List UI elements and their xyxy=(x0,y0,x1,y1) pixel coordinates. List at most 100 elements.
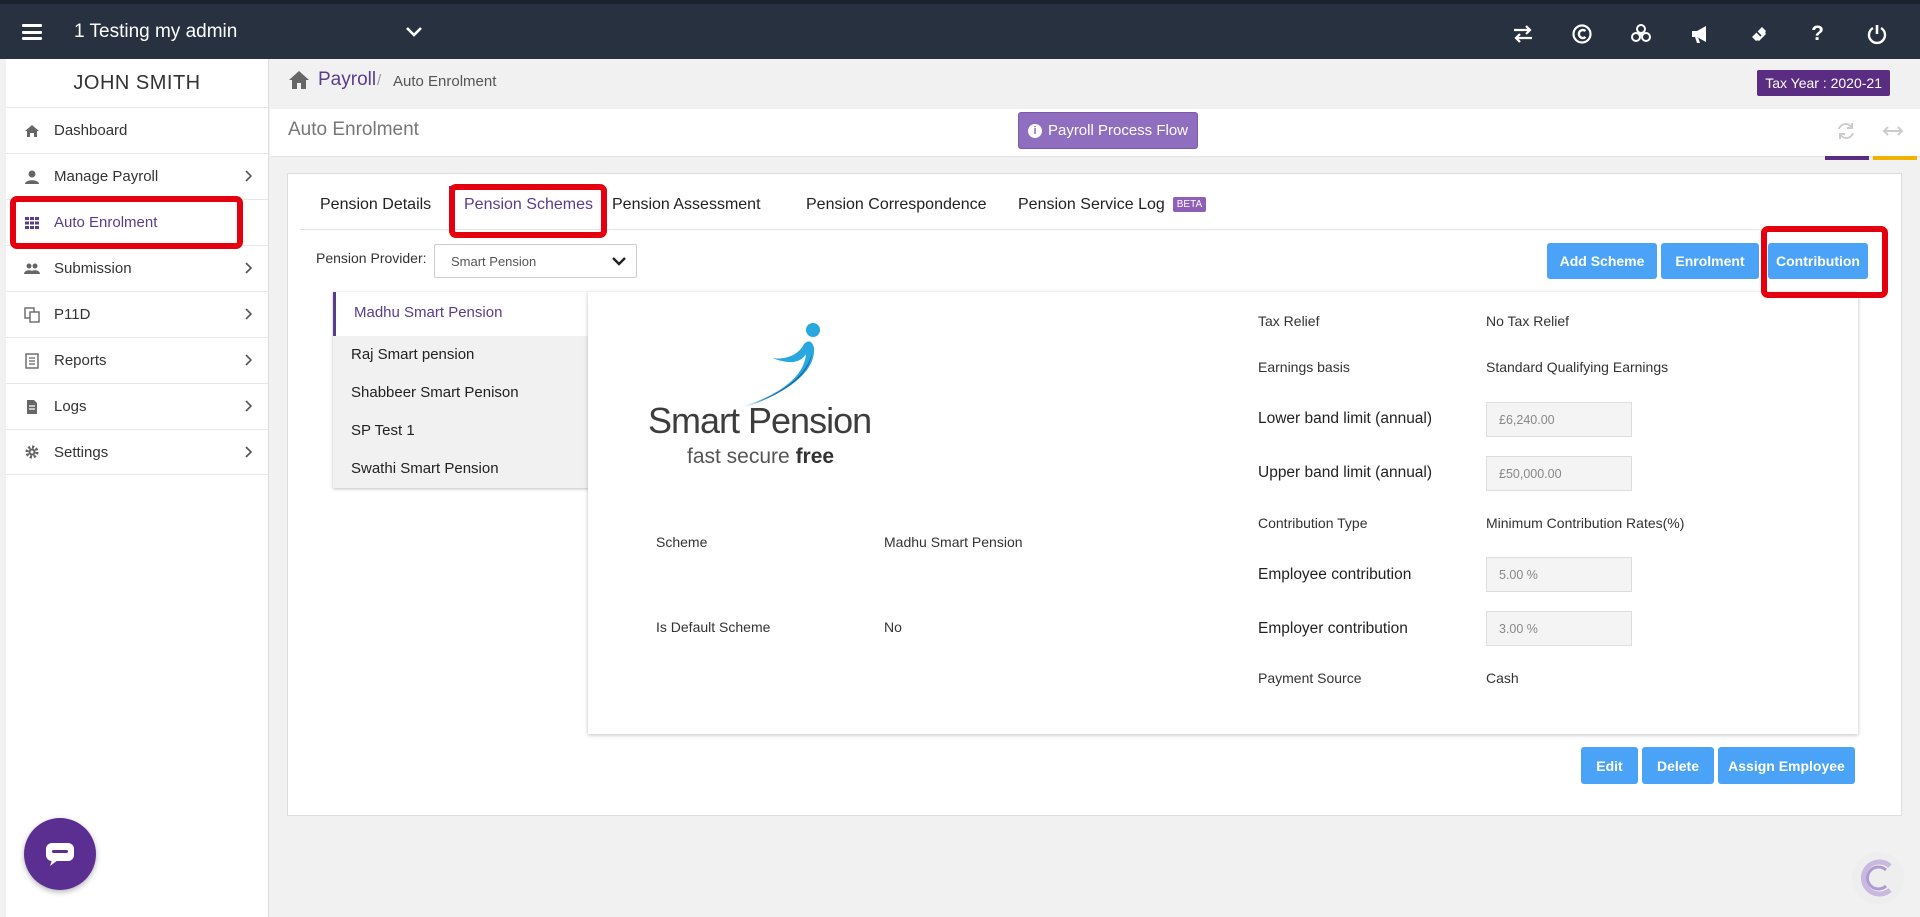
smart-pension-swoosh-icon xyxy=(738,323,820,408)
tab-pension-schemes[interactable]: Pension Schemes xyxy=(464,196,593,214)
expand-horizontal-icon[interactable] xyxy=(1882,121,1904,141)
default-scheme-label: Is Default Scheme xyxy=(656,619,771,635)
copy-icon xyxy=(24,306,40,323)
info-icon: i xyxy=(1027,123,1042,138)
payroll-process-flow-button[interactable]: i Payroll Process Flow xyxy=(1018,112,1198,149)
breadcrumb-payroll-link[interactable]: Payroll xyxy=(318,69,376,91)
power-icon[interactable] xyxy=(1847,18,1906,50)
scheme-list: Madhu Smart Pension Raj Smart pension Sh… xyxy=(333,292,589,488)
scheme-list-item[interactable]: Madhu Smart Pension xyxy=(333,292,589,336)
sidebar-item-submission[interactable]: Submission xyxy=(6,245,268,291)
sidebar-item-label: Reports xyxy=(54,352,107,369)
sidebar-item-label: Logs xyxy=(54,398,87,415)
user-icon xyxy=(24,169,40,185)
payroll-process-flow-label: Payroll Process Flow xyxy=(1047,122,1189,139)
sidebar-item-label: P11D xyxy=(54,306,91,323)
tab-pension-correspondence[interactable]: Pension Correspondence xyxy=(806,196,987,214)
logo-tagline: fast secure free xyxy=(687,445,834,469)
add-scheme-button[interactable]: Add Scheme xyxy=(1547,243,1657,279)
delete-button[interactable]: Delete xyxy=(1642,747,1714,784)
bullhorn-icon[interactable] xyxy=(1670,18,1729,50)
scheme-list-item[interactable]: Swathi Smart Pension xyxy=(333,450,589,488)
corner-brand-icon[interactable] xyxy=(1850,850,1906,906)
breadcrumb: Payroll / Auto Enrolment Tax Year : 2020… xyxy=(270,59,1920,109)
chat-bubble-icon xyxy=(46,843,74,866)
sidebar-item-label: Manage Payroll xyxy=(54,168,159,185)
active-tab-indicator xyxy=(449,186,599,189)
tab-pension-details[interactable]: Pension Details xyxy=(320,196,431,214)
page-title-bar: Auto Enrolment i Payroll Process Flow xyxy=(270,109,1920,160)
sidebar-item-settings[interactable]: Settings xyxy=(6,429,268,475)
refresh-icon[interactable] xyxy=(1836,121,1856,141)
pension-panel: Pension Details Pension Schemes Pension … xyxy=(287,173,1902,816)
question-icon[interactable]: ? xyxy=(1788,18,1847,50)
company-selector[interactable]: 1 Testing my admin xyxy=(74,21,237,43)
scheme-list-item[interactable]: Shabbeer Smart Penison xyxy=(333,374,589,412)
sidebar-item-logs[interactable]: Logs xyxy=(6,383,268,429)
hamburger-menu-icon[interactable] xyxy=(22,24,42,40)
scheme-list-item[interactable]: SP Test 1 xyxy=(333,412,589,450)
payment-source-label: Payment Source xyxy=(1258,670,1362,686)
sidebar-item-dashboard[interactable]: Dashboard xyxy=(6,107,268,153)
tab-pension-assessment[interactable]: Pension Assessment xyxy=(612,196,761,214)
scheme-label: Scheme xyxy=(656,534,708,550)
sidebar: JOHN SMITH Dashboard Manage Payroll Auto… xyxy=(6,59,269,917)
logo-tagline-part: fast secure xyxy=(687,445,796,468)
tab-bar: Pension Details Pension Schemes Pension … xyxy=(300,186,1889,230)
employer-contribution-field[interactable]: 3.00 % xyxy=(1486,611,1632,646)
sidebar-item-reports[interactable]: Reports xyxy=(6,337,268,383)
tax-year-badge: Tax Year : 2020-21 xyxy=(1757,70,1890,96)
assign-employee-button[interactable]: Assign Employee xyxy=(1718,747,1855,784)
beta-badge: BETA xyxy=(1172,197,1207,212)
pension-provider-select[interactable]: Smart Pension xyxy=(434,244,637,278)
employee-contribution-label: Employee contribution xyxy=(1258,566,1412,583)
chevron-right-icon xyxy=(245,170,252,182)
earnings-basis-label: Earnings basis xyxy=(1258,359,1350,375)
scheme-list-item[interactable]: Raj Smart pension xyxy=(333,336,589,374)
page-title: Auto Enrolment xyxy=(288,119,419,140)
edit-button[interactable]: Edit xyxy=(1581,747,1638,784)
top-bar: 1 Testing my admin ? xyxy=(0,0,1920,59)
default-scheme-value: No xyxy=(884,619,902,635)
contribution-type-value: Minimum Contribution Rates(%) xyxy=(1486,515,1685,531)
upper-band-field[interactable]: £50,000.00 xyxy=(1486,456,1632,491)
sidebar-item-p11d[interactable]: P11D xyxy=(6,291,268,337)
chat-button[interactable] xyxy=(24,818,96,890)
logo-wordmark: Smart Pension xyxy=(648,400,872,441)
copyright-icon[interactable] xyxy=(1552,18,1611,50)
chevron-down-icon[interactable] xyxy=(404,24,424,40)
scheme-value: Madhu Smart Pension xyxy=(884,534,1023,550)
chevron-right-icon xyxy=(245,308,252,320)
lower-band-field[interactable]: £6,240.00 xyxy=(1486,402,1632,437)
breadcrumb-current: Auto Enrolment xyxy=(393,73,497,90)
smart-pension-logo: Smart Pension fast secure free xyxy=(648,320,888,480)
contribution-button[interactable]: Contribution xyxy=(1768,243,1868,279)
sidebar-item-manage-payroll[interactable]: Manage Payroll xyxy=(6,153,268,199)
sidebar-item-label: Dashboard xyxy=(54,122,128,139)
tab-pension-service-log-label: Pension Service Log xyxy=(1018,196,1165,213)
enrolment-button[interactable]: Enrolment xyxy=(1661,243,1759,279)
gear-icon xyxy=(24,444,40,460)
tax-relief-label: Tax Relief xyxy=(1258,313,1320,329)
scheme-detail-card: Smart Pension fast secure free Scheme Ma… xyxy=(588,292,1858,734)
earnings-basis-value: Standard Qualifying Earnings xyxy=(1486,359,1669,375)
ticket-icon[interactable] xyxy=(1729,18,1788,50)
grid-icon xyxy=(24,215,40,231)
tab-pension-service-log[interactable]: Pension Service Log BETA xyxy=(1018,196,1207,214)
breadcrumb-separator: / xyxy=(377,72,382,89)
payment-source-value: Cash xyxy=(1486,670,1519,686)
logo-tagline-emphasis: free xyxy=(795,445,835,468)
sidebar-item-label: Auto Enrolment xyxy=(54,214,158,231)
swap-icon[interactable] xyxy=(1493,18,1552,50)
contribution-type-label: Contribution Type xyxy=(1258,515,1368,531)
sidebar-item-auto-enrolment[interactable]: Auto Enrolment xyxy=(6,199,268,245)
chevron-right-icon xyxy=(245,400,252,412)
sidebar-item-label: Settings xyxy=(54,443,109,461)
users-icon xyxy=(24,261,40,277)
home-icon[interactable] xyxy=(288,70,310,90)
employee-contribution-field[interactable]: 5.00 % xyxy=(1486,557,1632,592)
pension-provider-label: Pension Provider: xyxy=(316,250,427,266)
upper-band-label: Upper band limit (annual) xyxy=(1258,464,1433,481)
lower-band-label: Lower band limit (annual) xyxy=(1258,410,1433,427)
biohazard-icon[interactable] xyxy=(1611,18,1670,50)
